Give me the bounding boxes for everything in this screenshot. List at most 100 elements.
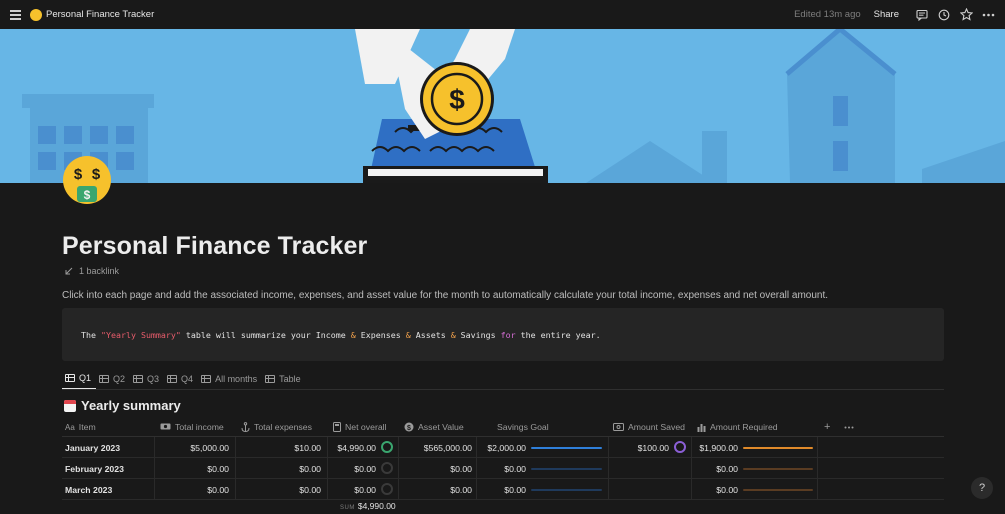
savings-goal-cell[interactable]: $0.00 (476, 479, 526, 500)
asset-value-cell[interactable]: $565,000.00 (398, 437, 472, 458)
total-income-cell[interactable]: $5,000.00 (154, 437, 229, 458)
svg-text:$: $ (84, 188, 91, 202)
star-icon[interactable] (955, 4, 977, 26)
table-row[interactable]: January 2023 $5,000.00 $10.00 $4,990.00 … (62, 437, 944, 458)
top-bar: Personal Finance Tracker Edited 13m ago … (0, 0, 1005, 29)
net-overall-cell: $4,990.00 (337, 442, 376, 453)
svg-text:$: $ (407, 425, 411, 432)
tab-label: Q2 (113, 373, 126, 384)
menu-icon[interactable] (10, 10, 22, 20)
column-header-amount-required[interactable]: Amount Required (697, 417, 778, 437)
saved-progress-ring (674, 441, 686, 453)
code-text: the entire year. (515, 330, 601, 340)
amount-required-cell: $1,900.00 (699, 442, 738, 453)
column-header-item[interactable]: Aa Item (65, 417, 96, 437)
total-expenses-cell[interactable]: $10.00 (235, 437, 321, 458)
table-row[interactable]: March 2023 $0.00 $0.00 $0.00 $0.00 $0.00… (62, 479, 944, 500)
tab-q2[interactable]: Q2 (96, 368, 130, 389)
total-income-cell[interactable]: $0.00 (154, 458, 229, 479)
tab-all-months[interactable]: All months (198, 368, 262, 389)
backlink[interactable]: 1 backlink (65, 266, 119, 276)
table-icon (99, 374, 110, 383)
asset-value-cell[interactable]: $0.00 (398, 458, 472, 479)
column-header-savings-goal[interactable]: Savings Goal (497, 417, 549, 437)
net-overall-sum[interactable]: SUM $4,990.00 (340, 501, 396, 511)
comment-icon[interactable] (911, 4, 933, 26)
table-icon (65, 374, 75, 382)
savings-goal-cell[interactable]: $2,000.00 (476, 437, 526, 458)
amount-required-cell: $0.00 (716, 484, 738, 495)
code-keyword: for (500, 330, 516, 340)
total-income-cell[interactable]: $0.00 (154, 479, 229, 500)
more-properties-icon[interactable] (844, 417, 854, 437)
column-header-label: Asset Value (418, 422, 464, 432)
net-progress-ring (381, 462, 393, 474)
net-overall-cell: $0.00 (354, 484, 376, 495)
savings-goal-bar (531, 468, 602, 470)
item-cell[interactable]: January 2023 (65, 437, 120, 458)
cash-icon (613, 423, 624, 431)
tab-label: Table (279, 373, 301, 384)
tab-q1[interactable]: Q1 (62, 368, 97, 389)
item-cell[interactable]: March 2023 (65, 479, 112, 500)
column-header-label: Amount Required (710, 422, 778, 432)
table-icon (133, 374, 144, 383)
sum-value: $4,990.00 (357, 501, 396, 511)
column-header-label: Total income (175, 422, 224, 432)
backlink-label: 1 backlink (79, 266, 120, 276)
column-header-label: Net overall (345, 422, 387, 432)
intro-text: Click into each page and add the associa… (62, 290, 829, 301)
code-text: table will summarize your Income (180, 330, 351, 340)
svg-text:$: $ (449, 84, 465, 115)
anchor-icon (241, 422, 250, 432)
money-face-icon[interactable]: $ $ $ (62, 155, 112, 205)
amount-saved-cell[interactable] (608, 458, 669, 479)
column-header-label: Total expenses (254, 422, 312, 432)
tab-label: Q3 (147, 373, 160, 384)
total-expenses-cell[interactable]: $0.00 (235, 479, 321, 500)
share-button[interactable]: Share (874, 9, 899, 20)
item-cell[interactable]: February 2023 (65, 458, 124, 479)
breadcrumb-title[interactable]: Personal Finance Tracker (46, 9, 154, 20)
amount-saved-cell[interactable] (608, 479, 669, 500)
tab-q4[interactable]: Q4 (164, 368, 198, 389)
more-options-icon[interactable] (977, 4, 999, 26)
bar-chart-icon (697, 423, 706, 432)
svg-text:$: $ (92, 166, 101, 183)
asset-value-cell[interactable]: $0.00 (398, 479, 472, 500)
tab-table[interactable]: Table (262, 368, 306, 389)
page-title[interactable]: Personal Finance Tracker (62, 232, 367, 261)
history-icon[interactable] (933, 4, 955, 26)
tab-q3[interactable]: Q3 (130, 368, 164, 389)
amount-required-cell: $0.00 (716, 463, 738, 474)
cover-image: $ (0, 29, 1005, 183)
amount-required-bar (743, 489, 813, 491)
table-row[interactable]: February 2023 $0.00 $0.00 $0.00 $0.00 $0… (62, 458, 944, 479)
net-overall-cell: $0.00 (354, 463, 376, 474)
column-header-total-expenses[interactable]: Total expenses (241, 417, 312, 437)
amount-saved-cell[interactable]: $100.00 (608, 437, 669, 458)
total-expenses-cell[interactable]: $0.00 (235, 458, 321, 479)
savings-goal-cell[interactable]: $0.00 (476, 458, 526, 479)
amount-required-bar (743, 468, 813, 470)
view-tabs: Q1 Q2 Q3 Q4 All months Table (62, 368, 944, 390)
code-block[interactable]: The "Yearly Summary" table will summariz… (62, 308, 944, 361)
title-property-icon: Aa (65, 422, 75, 432)
money-icon (160, 423, 171, 430)
column-header-total-income[interactable]: Total income (160, 417, 224, 437)
column-header-label: Amount Saved (628, 422, 685, 432)
help-button[interactable]: ? (971, 477, 993, 499)
net-progress-ring (381, 441, 393, 453)
column-header-amount-saved[interactable]: Amount Saved (613, 417, 685, 437)
column-header-net-overall[interactable]: Net overall (333, 417, 387, 437)
backlink-arrow-icon (65, 267, 73, 275)
add-property-icon[interactable]: + (824, 417, 830, 437)
net-progress-ring (381, 483, 393, 495)
table-header: Aa Item Total income Total expenses Net … (62, 417, 944, 437)
page-emoji-icon (30, 8, 42, 21)
yearly-summary-table: Aa Item Total income Total expenses Net … (62, 417, 944, 511)
calculator-icon (333, 422, 341, 432)
database-title[interactable]: Yearly summary (64, 398, 181, 413)
column-header-label: Savings Goal (497, 422, 549, 432)
column-header-asset-value[interactable]: $ Asset Value (404, 417, 464, 437)
